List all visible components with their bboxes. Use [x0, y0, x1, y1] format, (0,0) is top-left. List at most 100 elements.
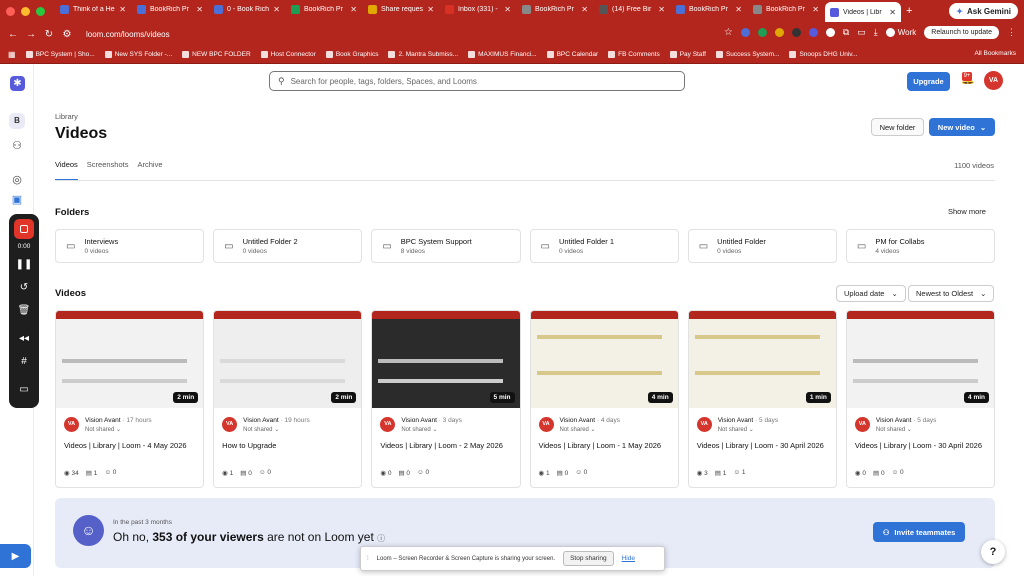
- trash-icon[interactable]: 🗑: [9, 305, 39, 316]
- browser-tab[interactable]: BookRich Pr ✕: [671, 0, 747, 18]
- loom-logo-icon[interactable]: ✱: [10, 76, 25, 91]
- bookmark-item[interactable]: MAXIMUS Financi...: [468, 51, 537, 58]
- browser-tab[interactable]: BookRich Pr ✕: [517, 0, 593, 18]
- folder-card[interactable]: ▭ Untitled Folder 2 0 videos: [213, 229, 363, 263]
- video-thumbnail[interactable]: 2 min: [56, 311, 204, 408]
- all-bookmarks-link[interactable]: All Bookmarks: [974, 50, 1016, 57]
- new-video-button[interactable]: New video ⌄: [929, 118, 995, 136]
- bookmark-item[interactable]: BPC Calendar: [546, 51, 598, 58]
- reload-icon[interactable]: ↻: [42, 29, 56, 40]
- camera-icon[interactable]: ▭: [9, 384, 39, 395]
- video-card[interactable]: 5 min VA Vision Avant · 3 days Not shared ⌄…: [371, 310, 521, 488]
- sharing-status[interactable]: Not shared ⌄: [718, 426, 778, 433]
- help-button[interactable]: ?: [981, 540, 1005, 564]
- close-tab-icon[interactable]: ✕: [196, 5, 203, 14]
- close-tab-icon[interactable]: ✕: [581, 5, 588, 14]
- browser-tab[interactable]: Share reques ✕: [363, 0, 439, 18]
- browser-tab[interactable]: (14) Free Bir ✕: [594, 0, 670, 18]
- bookmark-item[interactable]: Pay Staff: [669, 51, 706, 58]
- download-icon[interactable]: ⤓: [874, 27, 878, 38]
- browser-tab[interactable]: BookRich Pr ✕: [748, 0, 824, 18]
- bookmark-item[interactable]: Book Graphics: [325, 51, 378, 58]
- close-tab-icon[interactable]: ✕: [427, 5, 434, 14]
- browser-tab[interactable]: Think of a He ✕: [55, 0, 131, 18]
- close-tab-icon[interactable]: ✕: [889, 8, 896, 17]
- video-card[interactable]: 2 min VA Vision Avant · 19 hours Not shared…: [213, 310, 363, 488]
- apps-grid-icon[interactable]: ▦: [8, 50, 16, 59]
- extension-icon[interactable]: [808, 28, 818, 37]
- tab-archive[interactable]: Archive: [138, 160, 163, 181]
- video-thumbnail[interactable]: 1 min: [688, 311, 836, 408]
- video-title[interactable]: Videos | Library | Loom - 1 May 2026: [539, 440, 678, 452]
- folder-card[interactable]: ▭ BPC System Support 8 videos: [371, 229, 521, 263]
- sort-order-dropdown[interactable]: Newest to Oldest ⌄: [908, 285, 995, 302]
- upgrade-button[interactable]: Upgrade: [907, 72, 950, 91]
- url-field[interactable]: loom.com/looms/videos: [86, 30, 170, 39]
- stop-recording-button[interactable]: [14, 219, 34, 239]
- extension-icon[interactable]: [740, 28, 750, 37]
- video-thumbnail[interactable]: 5 min: [372, 311, 520, 408]
- close-tab-icon[interactable]: ✕: [735, 5, 742, 14]
- relaunch-button[interactable]: Relaunch to update: [924, 26, 999, 39]
- extension-icon[interactable]: [774, 28, 784, 37]
- minimize-window-button[interactable]: [21, 6, 30, 16]
- sharing-status[interactable]: Not shared ⌄: [85, 426, 152, 433]
- video-thumbnail[interactable]: 2 min: [214, 311, 362, 408]
- new-tab-button[interactable]: +: [906, 5, 912, 17]
- folder-card[interactable]: ▭ Untitled Folder 1 0 videos: [529, 229, 679, 263]
- folder-card[interactable]: ▭ PM for Collabs 4 videos: [845, 229, 996, 263]
- bookmark-item[interactable]: Host Connector: [260, 51, 316, 58]
- sharing-status[interactable]: Not shared ⌄: [243, 426, 310, 433]
- tab-screenshots[interactable]: Screenshots: [87, 160, 129, 181]
- side-panel-icon[interactable]: ▭: [857, 27, 866, 38]
- forward-icon[interactable]: →: [24, 29, 38, 40]
- bookmark-item[interactable]: BPC System | Sho...: [25, 51, 95, 58]
- sort-field-dropdown[interactable]: Upload date ⌄: [836, 285, 906, 302]
- restart-icon[interactable]: ↺: [9, 282, 39, 293]
- bookmark-item[interactable]: New SYS Folder -...: [104, 51, 172, 58]
- stop-sharing-button[interactable]: Stop sharing: [563, 551, 614, 566]
- video-card[interactable]: 4 min VA Vision Avant · 4 days Not shared ⌄…: [529, 310, 679, 488]
- extension-icon[interactable]: [791, 28, 801, 37]
- tab-videos[interactable]: Videos: [55, 160, 78, 181]
- grid-icon[interactable]: #: [9, 356, 39, 367]
- close-tab-icon[interactable]: ✕: [119, 5, 126, 14]
- browser-tab[interactable]: BookRich Pr ✕: [286, 0, 362, 18]
- rewind-icon[interactable]: ◂◂: [9, 333, 39, 344]
- breadcrumb[interactable]: Library: [55, 112, 78, 121]
- video-title[interactable]: Videos | Library | Loom - 4 May 2026: [64, 440, 203, 452]
- sharing-status[interactable]: Not shared ⌄: [401, 426, 461, 433]
- discover-icon[interactable]: ◎: [10, 173, 24, 186]
- camera-bubble-toggle[interactable]: ▶: [0, 544, 31, 568]
- add-member-icon[interactable]: ⚇: [10, 139, 24, 152]
- site-info-icon[interactable]: ⚙: [60, 29, 74, 40]
- video-card[interactable]: 2 min VA Vision Avant · 17 hours Not shared…: [55, 310, 205, 488]
- maximize-window-button[interactable]: [36, 6, 45, 16]
- video-thumbnail[interactable]: 4 min: [846, 311, 995, 408]
- extensions-puzzle-icon[interactable]: ⧉: [843, 27, 849, 38]
- bookmark-item[interactable]: Success System...: [715, 51, 779, 58]
- close-tab-icon[interactable]: ✕: [350, 5, 357, 14]
- pause-icon[interactable]: ❚❚: [9, 259, 39, 270]
- back-icon[interactable]: ←: [6, 29, 20, 40]
- close-tab-icon[interactable]: ✕: [658, 5, 665, 14]
- browser-tab[interactable]: 0 - Book Rich ✕: [209, 0, 285, 18]
- video-title[interactable]: Videos | Library | Loom - 30 April 2026: [855, 440, 994, 452]
- browser-tab[interactable]: Videos | Libr ✕: [825, 2, 901, 22]
- user-avatar[interactable]: VA: [984, 71, 1003, 90]
- new-folder-button[interactable]: New folder: [871, 118, 924, 136]
- close-tab-icon[interactable]: ✕: [812, 5, 819, 14]
- invite-teammates-button[interactable]: ⚇ Invite teammates: [873, 522, 965, 542]
- more-menu-icon[interactable]: ⋮: [1007, 27, 1016, 38]
- bookmark-star-icon[interactable]: ☆: [724, 27, 733, 38]
- browser-tab[interactable]: BookRich Pr ✕: [132, 0, 208, 18]
- drag-handle-icon[interactable]: ⁞: [367, 556, 369, 562]
- video-title[interactable]: How to Upgrade: [222, 440, 361, 452]
- workspace-switcher[interactable]: B: [9, 113, 25, 129]
- show-more-button[interactable]: Show more: [948, 207, 986, 216]
- video-thumbnail[interactable]: 4 min: [530, 311, 678, 408]
- browser-tab[interactable]: Inbox (331) - ✕: [440, 0, 516, 18]
- close-tab-icon[interactable]: ✕: [504, 5, 511, 14]
- video-title[interactable]: Videos | Library | Loom - 2 May 2026: [380, 440, 519, 452]
- close-tab-icon[interactable]: ✕: [273, 5, 280, 14]
